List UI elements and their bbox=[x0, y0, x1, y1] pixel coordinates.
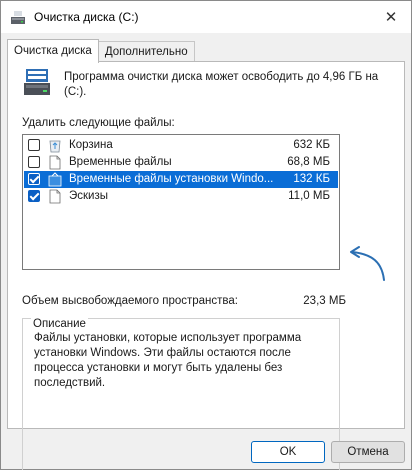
item-size: 632 КБ bbox=[293, 139, 330, 151]
list-item[interactable]: Временные файлы 68,8 МБ bbox=[24, 154, 338, 171]
files-listbox[interactable]: Корзина 632 КБ Временные файлы 68,8 МБ В bbox=[22, 134, 340, 270]
list-item[interactable]: Корзина 632 КБ bbox=[24, 137, 338, 154]
file-icon bbox=[49, 155, 61, 170]
cancel-button[interactable]: Отмена bbox=[331, 441, 405, 463]
freed-space-value: 23,3 МБ bbox=[303, 295, 346, 307]
description-legend: Описание bbox=[31, 318, 88, 330]
item-label: Временные файлы установки Windo... bbox=[69, 173, 274, 185]
hard-drive-icon bbox=[24, 69, 50, 95]
tab-strip: Очистка диска Дополнительно bbox=[7, 39, 195, 63]
checkbox-setup-temp-files[interactable] bbox=[28, 173, 40, 185]
item-label: Временные файлы bbox=[69, 156, 172, 168]
close-icon: ✕ bbox=[384, 9, 398, 26]
list-item-selected[interactable]: Временные файлы установки Windo... 132 К… bbox=[24, 171, 338, 188]
ok-button[interactable]: OK bbox=[251, 441, 325, 463]
files-list-label: Удалить следующие файлы: bbox=[22, 117, 175, 129]
tab-more-options[interactable]: Дополнительно bbox=[97, 41, 195, 63]
annotation-arrow-icon bbox=[350, 246, 385, 281]
item-size: 132 КБ bbox=[293, 173, 330, 185]
title-bar: Очистка диска (C:) ✕ bbox=[1, 1, 411, 33]
tab-disk-cleanup[interactable]: Очистка диска bbox=[7, 39, 99, 63]
close-button[interactable]: ✕ bbox=[371, 1, 411, 33]
checkbox-recycle-bin[interactable] bbox=[28, 139, 40, 151]
list-item[interactable]: Эскизы 11,0 МБ bbox=[24, 188, 338, 205]
intro-text: Программа очистки диска может освободить… bbox=[64, 71, 379, 98]
file-icon bbox=[49, 189, 61, 204]
disk-cleanup-icon bbox=[11, 11, 25, 24]
disk-cleanup-window: Очистка диска (C:) ✕ Очистка диска Допол… bbox=[0, 0, 412, 470]
item-label: Корзина bbox=[69, 139, 113, 151]
window-title: Очистка диска (C:) bbox=[34, 10, 139, 24]
recycle-bin-icon bbox=[49, 140, 61, 153]
item-label: Эскизы bbox=[69, 190, 109, 202]
setup-icon bbox=[48, 172, 62, 187]
freed-space-label: Объем высвобождаемого пространства: bbox=[22, 295, 238, 307]
description-text: Файлы установки, которые использует прог… bbox=[34, 332, 302, 389]
item-size: 11,0 МБ bbox=[288, 190, 330, 202]
item-size: 68,8 МБ bbox=[287, 156, 330, 168]
checkbox-temp-files[interactable] bbox=[28, 156, 40, 168]
tab-panel: Программа очистки диска может освободить… bbox=[7, 61, 405, 470]
checkbox-thumbnails[interactable] bbox=[28, 190, 40, 202]
